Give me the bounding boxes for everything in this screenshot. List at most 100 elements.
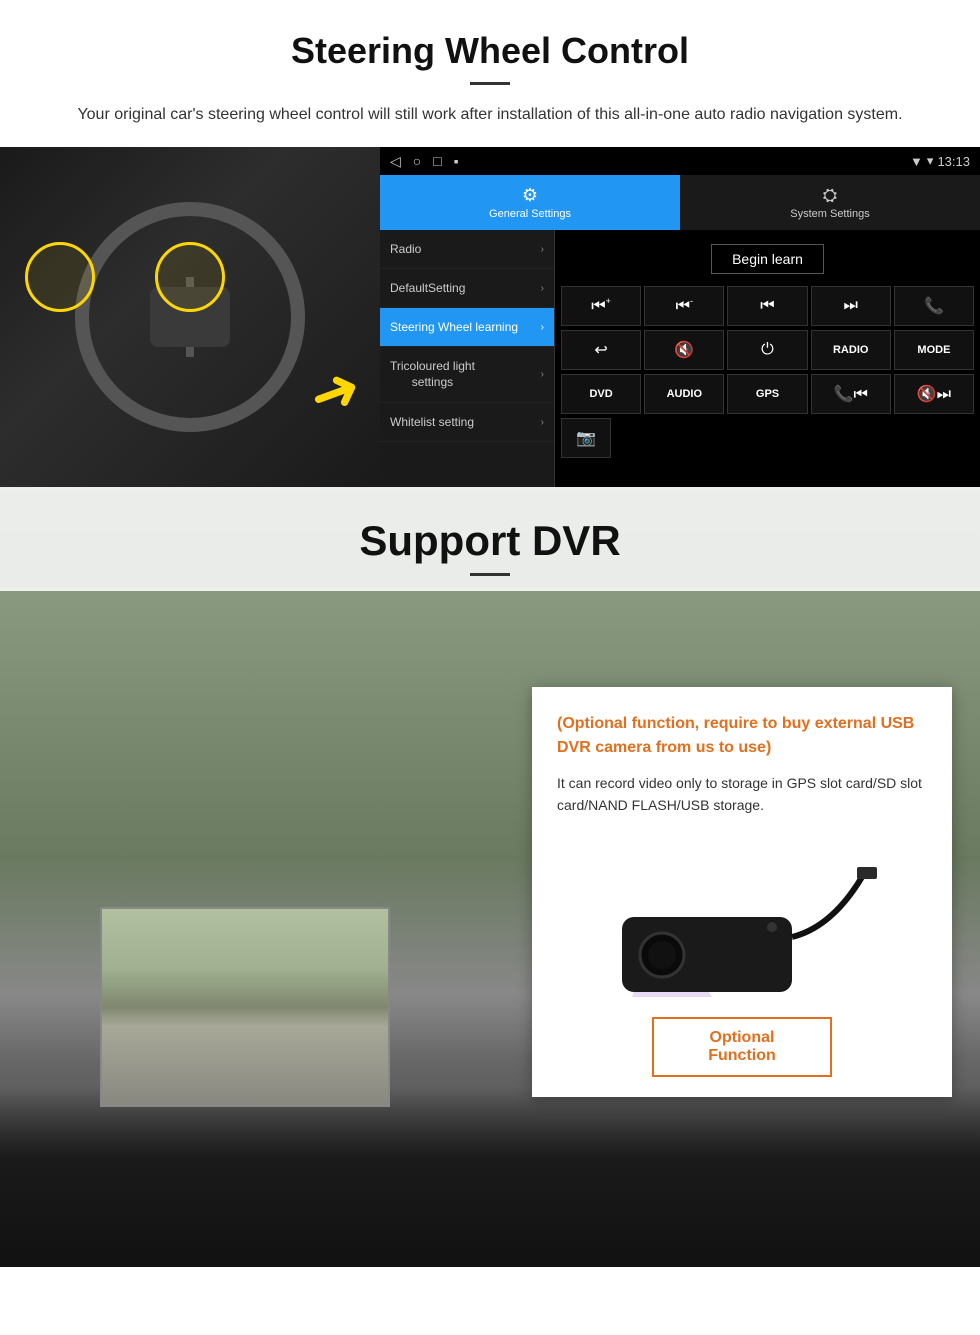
dvr-title-area: Support DVR <box>0 487 980 591</box>
tab-general-settings[interactable]: ⚙ General Settings <box>380 175 680 230</box>
mute-btn[interactable]: 🔇 <box>644 330 724 370</box>
cam-road-scene <box>102 909 388 1105</box>
steering-title: Steering Wheel Control <box>40 30 940 72</box>
hang-up-btn[interactable]: ↩ <box>561 330 641 370</box>
steering-wheel-visual <box>70 197 310 437</box>
call-prev-btn[interactable]: 📞⏮ <box>811 374 891 414</box>
optional-function-button[interactable]: Optional Function <box>652 1017 832 1077</box>
screenshot-container: ➜ ◁ ○ □ ▪ ▼ ▾ 13:13 ⚙ General Settings <box>0 147 980 487</box>
dvr-small-cam-preview <box>100 907 390 1107</box>
audio-btn[interactable]: AUDIO <box>644 374 724 414</box>
camera-light <box>767 922 777 932</box>
camera-icon: 📷 <box>576 428 596 448</box>
menu-item-default-setting[interactable]: DefaultSetting › <box>380 269 554 308</box>
mode-btn-label: MODE <box>917 344 950 356</box>
system-settings-label: System Settings <box>790 208 869 220</box>
control-row-2: ↩ 🔇 ⏻ RADIO MODE <box>561 330 974 370</box>
hang-up-icon: ↩ <box>594 340 607 360</box>
system-icon: ⛭ <box>823 185 837 206</box>
dvr-section: Support DVR (Optional function, require … <box>0 487 980 1267</box>
call-prev-icon: 📞⏮ <box>834 384 868 404</box>
power-icon: ⏻ <box>761 341 774 359</box>
status-bar-info: ▼ ▾ 13:13 <box>910 153 970 169</box>
signal-icon: ▼ <box>910 154 923 169</box>
steering-wheel-photo: ➜ <box>0 147 380 487</box>
home-btn[interactable]: ○ <box>413 153 421 170</box>
vol-up-icon: ⏮+ <box>591 296 611 315</box>
audio-btn-label: AUDIO <box>667 388 702 400</box>
steering-section: Steering Wheel Control Your original car… <box>0 0 980 127</box>
vol-up-btn[interactable]: ⏮+ <box>561 286 641 326</box>
status-bar-nav: ◁ ○ □ ▪ <box>390 153 459 170</box>
default-setting-label: DefaultSetting <box>390 281 465 295</box>
menu-item-radio[interactable]: Radio › <box>380 230 554 269</box>
dvr-body-text: It can record video only to storage in G… <box>557 772 927 817</box>
screen-content: Radio › DefaultSetting › Steering Wheel … <box>380 230 980 487</box>
begin-learn-button[interactable]: Begin learn <box>711 244 824 274</box>
dvd-btn[interactable]: DVD <box>561 374 641 414</box>
tab-system-settings[interactable]: ⛭ System Settings <box>680 175 980 230</box>
dvr-info-box: (Optional function, require to buy exter… <box>532 687 952 1097</box>
highlight-circle-right <box>155 242 225 312</box>
tab-bar: ⚙ General Settings ⛭ System Settings <box>380 175 980 230</box>
radio-arrow: › <box>541 244 544 255</box>
next-icon: ⏭ <box>844 297 858 315</box>
general-settings-label: General Settings <box>489 208 571 220</box>
status-bar: ◁ ○ □ ▪ ▼ ▾ 13:13 <box>380 147 980 175</box>
mute-next-icon: 🔇⏭ <box>917 384 951 404</box>
mute-icon: 🔇 <box>674 340 694 360</box>
radio-btn[interactable]: RADIO <box>811 330 891 370</box>
android-screen: ◁ ○ □ ▪ ▼ ▾ 13:13 ⚙ General Settings ⛭ S… <box>380 147 980 487</box>
title-divider <box>470 82 510 85</box>
vol-down-btn[interactable]: ⏮- <box>644 286 724 326</box>
steering-wheel-label: Steering Wheel learning <box>390 320 518 334</box>
mute-next-btn[interactable]: 🔇⏭ <box>894 374 974 414</box>
call-icon: 📞 <box>924 296 944 316</box>
dvd-btn-label: DVD <box>589 388 612 400</box>
whitelist-label: Whitelist setting <box>390 415 474 429</box>
menu-btn[interactable]: ▪ <box>454 153 459 170</box>
tricolour-arrow: › <box>541 369 544 380</box>
back-btn[interactable]: ◁ <box>390 153 401 170</box>
gps-btn-label: GPS <box>756 388 779 400</box>
whitelist-arrow: › <box>541 417 544 428</box>
wifi-icon: ▾ <box>927 153 934 169</box>
recent-btn[interactable]: □ <box>433 153 441 170</box>
camera-svg <box>602 837 882 997</box>
highlight-circle-left <box>25 242 95 312</box>
dvr-optional-text: (Optional function, require to buy exter… <box>557 712 927 760</box>
mode-btn[interactable]: MODE <box>894 330 974 370</box>
camera-cable-shape <box>792 877 862 937</box>
steering-arrow: › <box>541 322 544 333</box>
menu-item-tricolour[interactable]: Tricoloured lightsettings › <box>380 347 554 403</box>
default-arrow: › <box>541 283 544 294</box>
clock: 13:13 <box>937 154 970 169</box>
call-btn[interactable]: 📞 <box>894 286 974 326</box>
prev-icon: ⏮ <box>760 297 774 315</box>
tricolour-label: Tricoloured lightsettings <box>390 359 475 390</box>
menu-item-whitelist[interactable]: Whitelist setting › <box>380 403 554 442</box>
camera-lens-inner <box>648 941 676 969</box>
dvr-divider <box>470 573 510 576</box>
menu-panel: Radio › DefaultSetting › Steering Wheel … <box>380 230 555 487</box>
camera-btn[interactable]: 📷 <box>561 418 611 458</box>
control-row-4: 📷 <box>561 418 974 458</box>
dashboard-area <box>0 1087 980 1267</box>
steering-description: Your original car's steering wheel contr… <box>40 103 940 127</box>
power-btn[interactable]: ⏻ <box>727 330 807 370</box>
dvr-camera-illustration <box>602 837 882 997</box>
radio-btn-label: RADIO <box>833 344 868 356</box>
radio-label: Radio <box>390 242 421 256</box>
prev-btn[interactable]: ⏮ <box>727 286 807 326</box>
buttons-panel: Begin learn ⏮+ ⏮- ⏮ ⏭ 📞 ↩ 🔇 ⏻ RADIO MODE <box>555 230 980 487</box>
menu-item-steering-wheel[interactable]: Steering Wheel learning › <box>380 308 554 347</box>
next-btn[interactable]: ⏭ <box>811 286 891 326</box>
control-row-1: ⏮+ ⏮- ⏮ ⏭ 📞 <box>561 286 974 326</box>
vol-down-icon: ⏮- <box>676 296 693 315</box>
dvr-title: Support DVR <box>0 517 980 565</box>
gear-icon: ⚙ <box>522 185 538 206</box>
usb-plug-shape <box>857 867 877 879</box>
control-row-3: DVD AUDIO GPS 📞⏮ 🔇⏭ <box>561 374 974 414</box>
begin-learn-row: Begin learn <box>561 236 974 282</box>
gps-btn[interactable]: GPS <box>727 374 807 414</box>
